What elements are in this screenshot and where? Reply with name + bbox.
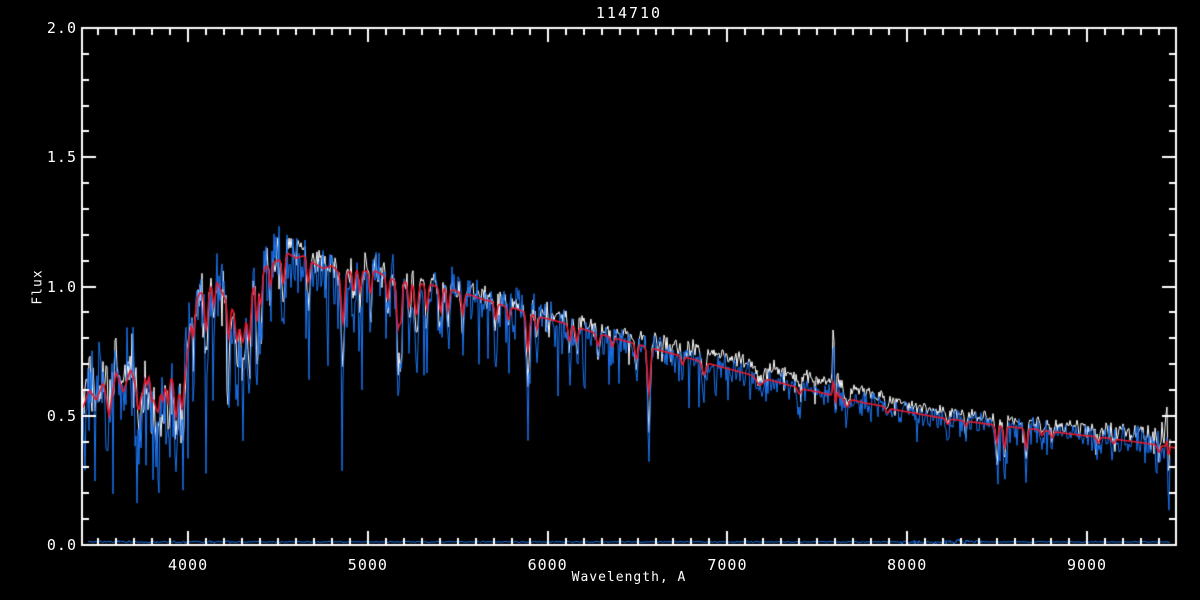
x-tick-label: 6000	[527, 556, 568, 574]
x-tick-label: 9000	[1066, 556, 1108, 574]
x-tick-label: 4000	[168, 556, 209, 574]
x-tick-label: 8000	[887, 556, 928, 574]
y-tick-label: 0.5	[46, 406, 77, 425]
y-tick-label: 1.0	[46, 277, 77, 296]
x-tick-label: 5000	[347, 556, 388, 574]
y-tick-label: 1.5	[46, 148, 77, 167]
spectrum-plot-canvas	[0, 0, 1200, 600]
spectrum-figure: 114710 Wavelength, A Flux 4000 5000 6000 70…	[0, 0, 1200, 600]
y-tick-label: 0.0	[46, 536, 77, 554]
plot-title: 114710	[595, 4, 663, 22]
y-tick-label: 2.0	[46, 19, 77, 37]
x-tick-label: 7000	[707, 556, 748, 574]
x-axis-label: Wavelength, A	[571, 570, 687, 585]
y-axis-label: Flux	[30, 269, 46, 305]
